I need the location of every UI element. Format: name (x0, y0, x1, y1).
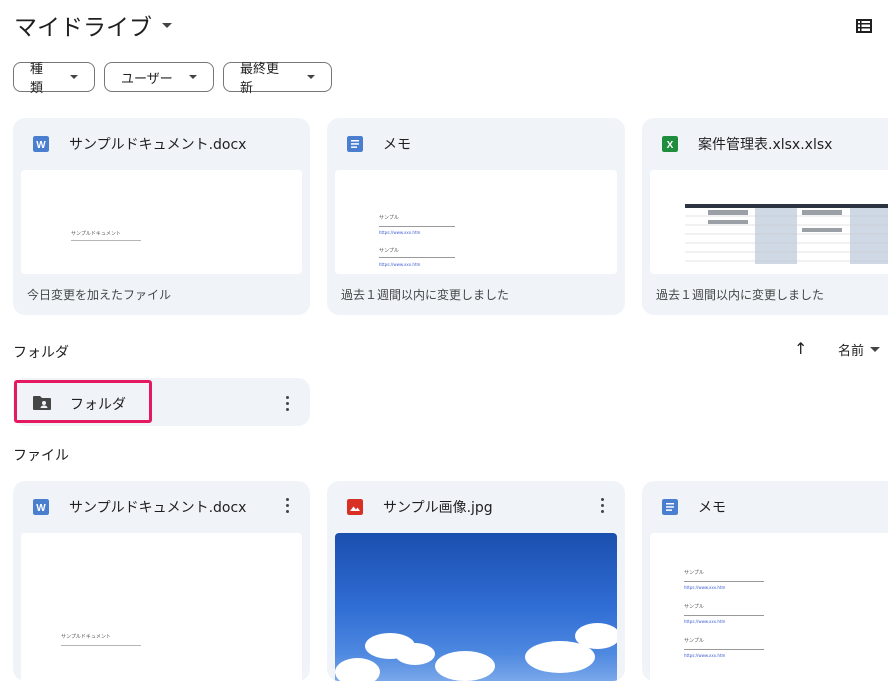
file-name: メモ (698, 500, 726, 516)
filter-modified-chip[interactable]: 最終更新 (223, 62, 332, 96)
sort-by-button[interactable]: 名前 (838, 340, 881, 359)
sort-label: 名前 (838, 344, 865, 359)
file-activity: 過去１週間以内に変更しました (341, 288, 510, 302)
word-icon: W (33, 136, 49, 152)
chevron-down-icon (162, 22, 172, 28)
suggested-card[interactable]: メモ サンプル https://www.xxx.htm サンプル https:/… (327, 118, 625, 315)
file-activity: 今日変更を加えたファイル (27, 288, 172, 302)
thumb-title: サンプルドキュメント (71, 231, 121, 237)
svg-text:W: W (36, 140, 46, 151)
thumb-text: サンプル (379, 248, 399, 254)
suggested-card[interactable]: W サンプルドキュメント.docx サンプルドキュメント 今日変更を加えたファイ… (13, 118, 310, 315)
file-thumbnail: サンプルドキュメント (21, 170, 302, 274)
docs-icon (662, 499, 678, 515)
thumb-link: https://www.xxx.htm (684, 585, 726, 590)
more-options-icon[interactable] (601, 498, 605, 516)
svg-text:X: X (667, 140, 674, 151)
page-title: マイドライブ (14, 15, 152, 41)
more-options-icon[interactable] (286, 396, 290, 414)
chevron-down-icon (70, 75, 78, 79)
thumb-link: https://www.xxx.htm (684, 653, 726, 658)
file-card[interactable]: W サンプルドキュメント.docx サンプルドキュメント (13, 481, 310, 681)
file-name: 案件管理表.xlsx.xlsx (698, 137, 833, 153)
chip-label: 種類 (30, 62, 44, 96)
shared-folder-icon (33, 396, 51, 410)
word-icon: W (33, 499, 49, 515)
filter-user-chip[interactable]: ユーザー (104, 62, 214, 92)
page-title-button[interactable]: マイドライブ (14, 8, 172, 42)
thumb-text: サンプル (684, 570, 704, 576)
spreadsheet-preview (685, 204, 888, 264)
thumb-text: サンプル (379, 215, 399, 221)
chevron-down-icon (188, 75, 197, 79)
file-name: メモ (383, 137, 411, 153)
file-card[interactable]: サンプル画像.jpg (327, 481, 625, 681)
thumb-text: サンプル (684, 604, 704, 610)
arrow-up-icon[interactable]: ↑ (794, 339, 807, 358)
chip-label: 最終更新 (240, 62, 280, 96)
excel-icon: X (662, 136, 678, 152)
more-options-icon[interactable] (286, 498, 290, 516)
file-name: サンプル画像.jpg (383, 500, 493, 516)
chevron-down-icon (870, 347, 881, 352)
docs-icon (347, 136, 363, 152)
suggested-card[interactable]: X 案件管理表.xlsx.xlsx 過去１週間以内に変更しました (642, 118, 888, 315)
file-name: サンプルドキュメント.docx (69, 500, 247, 516)
folder-name: フォルダ (70, 397, 126, 413)
section-heading-files: ファイル (13, 448, 69, 464)
file-activity: 過去１週間以内に変更しました (656, 288, 825, 302)
thumb-title: サンプルドキュメント (61, 634, 111, 640)
thumb-link: https://www.xxx.htm (684, 619, 726, 624)
chevron-down-icon (307, 75, 315, 79)
chip-label: ユーザー (121, 71, 173, 87)
file-thumbnail: サンプル https://www.xxx.htm サンプル https://ww… (335, 170, 617, 274)
image-icon (347, 499, 363, 515)
thumb-link: https://www.xxx.htm (379, 230, 421, 235)
file-card[interactable]: メモ サンプル https://www.xxx.htm サンプル https:/… (642, 481, 888, 681)
file-name: サンプルドキュメント.docx (69, 137, 247, 153)
list-view-icon[interactable] (856, 19, 872, 33)
filter-type-chip[interactable]: 種類 (13, 62, 95, 96)
filter-chips: 種類 ユーザー 最終更新 (13, 62, 332, 96)
thumb-link: https://www.xxx.htm (379, 262, 421, 267)
file-thumbnail (650, 170, 888, 274)
thumb-text: サンプル (684, 638, 704, 644)
svg-text:W: W (36, 503, 46, 514)
section-heading-folders: フォルダ (13, 345, 69, 361)
